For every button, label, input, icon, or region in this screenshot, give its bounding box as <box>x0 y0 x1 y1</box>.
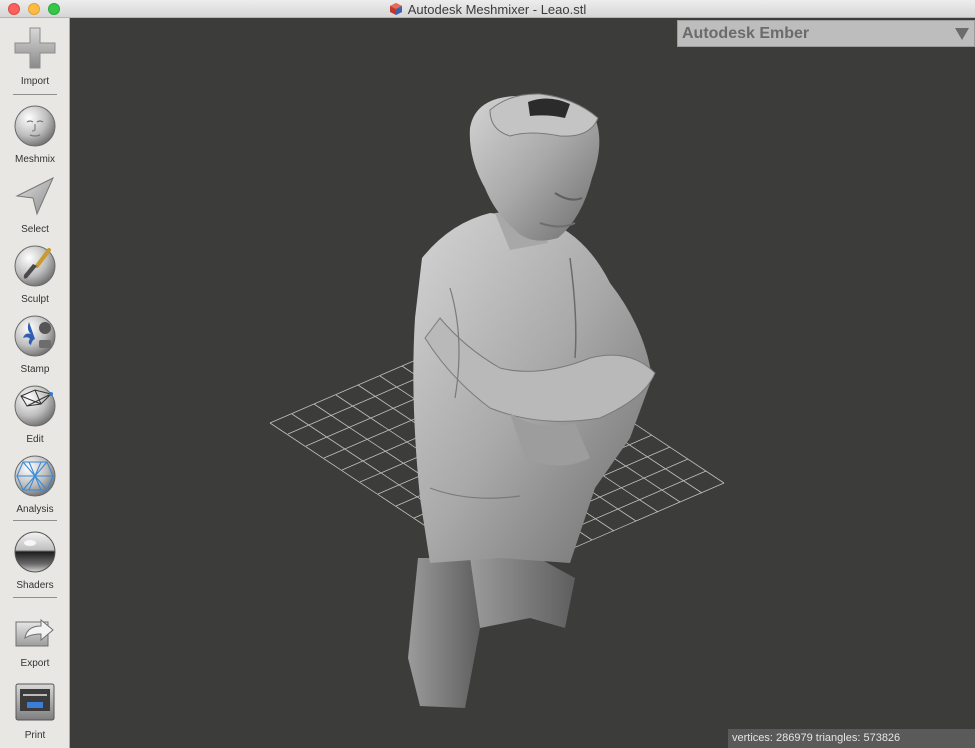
shaders-label: Shaders <box>16 580 54 591</box>
mesh-stats-status: vertices: 286979 triangles: 573826 <box>728 729 975 748</box>
select-button[interactable]: Select <box>0 174 70 235</box>
meshmixer-app-icon <box>389 3 402 15</box>
import-label: Import <box>20 76 50 87</box>
analysis-label: Analysis <box>16 504 54 515</box>
print-label: Print <box>24 730 46 741</box>
window-title: Autodesk Meshmixer - Leao.stl <box>407 1 587 17</box>
mesh-sphere-icon <box>14 455 56 497</box>
triangle-down-icon[interactable] <box>955 28 969 40</box>
3d-viewport[interactable]: Autodesk Ember vertices: 286979 triangle… <box>70 18 975 748</box>
meshmix-face-sphere-icon <box>14 105 56 147</box>
edit-label: Edit <box>26 434 44 445</box>
analysis-button[interactable]: Analysis <box>0 454 70 515</box>
export-button[interactable]: Export <box>0 608 70 669</box>
meshmix-label: Meshmix <box>14 154 55 165</box>
print-button[interactable]: Print <box>0 680 70 741</box>
plus-icon <box>14 27 56 69</box>
sculpt-label: Sculpt <box>21 294 49 305</box>
mesh-model[interactable] <box>408 93 656 708</box>
stamp-label: Stamp <box>20 364 50 375</box>
chrome-sphere-icon <box>14 531 56 573</box>
edit-button[interactable]: Edit <box>0 384 70 445</box>
sidebar-divider <box>13 520 57 521</box>
select-label: Select <box>21 224 49 235</box>
wireframe-sphere-icon <box>14 385 56 427</box>
sidebar-divider <box>13 597 57 598</box>
tool-sidebar: Import Meshmix Select Sculpt Stamp Edit … <box>0 18 70 748</box>
stamp-button[interactable]: Stamp <box>0 314 70 375</box>
ember-panel-title: Autodesk Ember <box>682 25 810 42</box>
shaders-button[interactable]: Shaders <box>0 530 70 591</box>
import-button[interactable]: Import <box>0 26 70 87</box>
fleur-de-lis-stamp-icon <box>14 315 56 357</box>
arrow-cursor-icon <box>15 176 55 216</box>
scene-canvas[interactable] <box>70 18 975 748</box>
ember-panel-header[interactable]: Autodesk Ember <box>677 20 975 47</box>
export-label: Export <box>20 658 50 669</box>
export-arrow-icon <box>15 618 54 647</box>
meshmix-button[interactable]: Meshmix <box>0 104 70 165</box>
sidebar-divider <box>13 94 57 95</box>
window-title-group: Autodesk Meshmixer - Leao.stl <box>0 0 975 18</box>
brush-sphere-icon <box>14 245 56 287</box>
sculpt-button[interactable]: Sculpt <box>0 244 70 305</box>
app-window: Autodesk Meshmixer - Leao.stl Import Mes… <box>0 0 975 748</box>
printer-icon <box>15 683 55 721</box>
title-bar: Autodesk Meshmixer - Leao.stl <box>0 0 975 18</box>
